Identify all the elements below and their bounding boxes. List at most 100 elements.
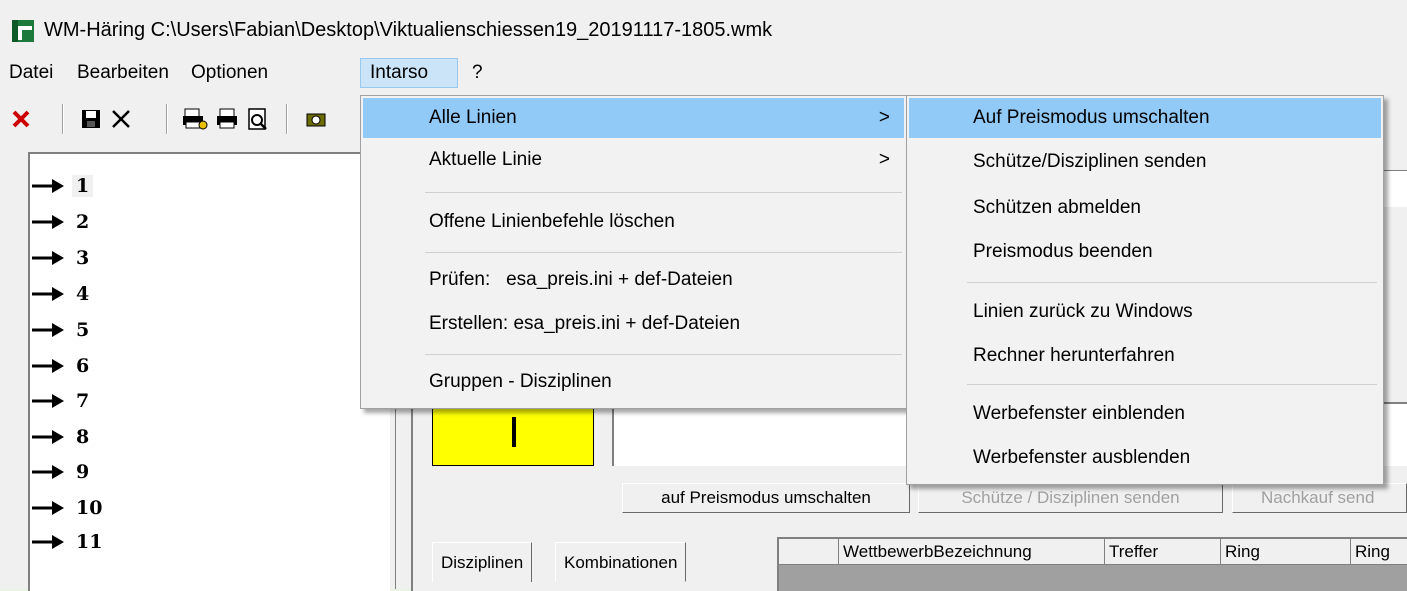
- grid-col-ring-2[interactable]: Ring: [1351, 539, 1407, 565]
- print-setup-icon[interactable]: [180, 102, 210, 136]
- menu-item-linienbefehle-loeschen[interactable]: Offene Linienbefehle löschen: [363, 202, 904, 242]
- menu-item-preismodus-umschalten[interactable]: Auf Preismodus umschalten: [909, 98, 1381, 138]
- list-item[interactable]: 2: [32, 204, 89, 240]
- list-item[interactable]: 11: [32, 524, 102, 560]
- menu-item-gruppen-disziplinen[interactable]: Gruppen - Disziplinen: [363, 362, 904, 402]
- line-number: 4: [76, 283, 90, 305]
- arrow-right-icon: [32, 251, 64, 265]
- status-marker: [512, 417, 516, 447]
- list-item[interactable]: 7: [32, 383, 89, 419]
- menu-item-label: Linien zurück zu Windows: [973, 301, 1193, 322]
- preismodus-button[interactable]: auf Preismodus umschalten: [622, 483, 910, 513]
- arrow-right-icon: [32, 215, 64, 229]
- menu-separator: [425, 192, 902, 193]
- menu-item-aktuelle-linie[interactable]: Aktuelle Linie >: [363, 140, 904, 180]
- app-icon: [12, 20, 34, 42]
- menu-item-label: Werbefenster ausblenden: [973, 447, 1191, 468]
- menu-separator: [425, 354, 902, 355]
- menu-bar: Datei Bearbeiten Optionen Intarso ?: [0, 58, 1407, 88]
- tab-disziplinen[interactable]: Disziplinen: [432, 542, 533, 582]
- delete-icon[interactable]: [6, 102, 36, 136]
- intarso-menu: Alle Linien > Aktuelle Linie > Offene Li…: [360, 95, 907, 409]
- results-grid: WettbewerbBezeichnung Treffer Ring Ring: [777, 537, 1407, 591]
- line-number: 3: [76, 247, 90, 269]
- line-number: 9: [76, 461, 90, 483]
- list-item[interactable]: 8: [32, 419, 89, 455]
- line-number: 8: [76, 426, 90, 448]
- menu-separator: [967, 282, 1377, 283]
- menu-item-rechner-herunterfahren[interactable]: Rechner herunterfahren: [909, 336, 1381, 376]
- menu-item-pruefen[interactable]: Prüfen: esa_preis.ini + def-Dateien: [363, 260, 904, 300]
- tab-kombinationen[interactable]: Kombinationen: [555, 542, 687, 582]
- menu-item-label: Schützen abmelden: [973, 197, 1141, 218]
- menu-item-label: Aktuelle Linie: [429, 149, 543, 170]
- list-item[interactable]: 3: [32, 240, 89, 276]
- grid-col-ring[interactable]: Ring: [1221, 539, 1351, 565]
- list-item[interactable]: 4: [32, 276, 89, 312]
- arrow-right-icon: [32, 179, 64, 193]
- save-icon[interactable]: [76, 102, 106, 136]
- send-disciplines-button[interactable]: Schütze / Disziplinen senden: [918, 483, 1223, 513]
- menu-item-erstellen[interactable]: Erstellen: esa_preis.ini + def-Dateien: [363, 304, 904, 344]
- menu-item-label: Schütze/Disziplinen senden: [973, 151, 1207, 172]
- arrow-right-icon: [32, 465, 64, 479]
- menu-optionen[interactable]: Optionen: [182, 58, 277, 88]
- print-preview-icon[interactable]: [243, 102, 273, 136]
- menu-item-label: Auf Preismodus umschalten: [973, 107, 1210, 128]
- toolbar-separator: [62, 104, 64, 134]
- print-icon[interactable]: [212, 102, 242, 136]
- menu-item-werbefenster-ausblenden[interactable]: Werbefenster ausblenden: [909, 438, 1381, 478]
- menu-item-label: Gruppen - Disziplinen: [429, 371, 612, 392]
- line-number: 5: [76, 319, 90, 341]
- list-item[interactable]: 6: [32, 348, 89, 384]
- arrow-right-icon: [32, 359, 64, 373]
- menu-item-alle-linien[interactable]: Alle Linien >: [363, 98, 904, 138]
- menu-item-label: Erstellen: esa_preis.ini + def-Dateien: [429, 313, 741, 334]
- toolbar-separator: [286, 104, 288, 134]
- arrow-right-icon: [32, 323, 64, 337]
- menu-intarso[interactable]: Intarso: [360, 58, 458, 88]
- menu-datei[interactable]: Datei: [0, 58, 62, 88]
- arrow-right-icon: [32, 394, 64, 408]
- grid-col-treffer[interactable]: Treffer: [1105, 539, 1221, 565]
- menu-item-werbefenster-einblenden[interactable]: Werbefenster einblenden: [909, 394, 1381, 434]
- menu-item-preismodus-beenden[interactable]: Preismodus beenden: [909, 232, 1381, 272]
- menu-help[interactable]: ?: [463, 58, 492, 88]
- toolbar-separator: [166, 104, 168, 134]
- menu-separator: [425, 252, 902, 253]
- line-number: 7: [76, 390, 90, 412]
- line-number: 2: [76, 211, 90, 233]
- list-item[interactable]: 9: [32, 454, 89, 490]
- line-number: 6: [76, 355, 90, 377]
- grid-header: WettbewerbBezeichnung Treffer Ring Ring: [779, 539, 1407, 565]
- camera-icon[interactable]: [296, 102, 336, 136]
- menu-item-label: Prüfen: esa_preis.ini + def-Dateien: [429, 269, 733, 290]
- arrow-right-icon: [32, 501, 64, 515]
- arrow-right-icon: [32, 430, 64, 444]
- line-number: 1: [72, 175, 94, 197]
- menu-item-schuetze-senden[interactable]: Schütze/Disziplinen senden: [909, 142, 1381, 182]
- menu-item-label: Preismodus beenden: [973, 241, 1153, 262]
- combo-box-stub[interactable]: [1381, 170, 1407, 207]
- grid-col-bezeichnung[interactable]: WettbewerbBezeichnung: [839, 539, 1105, 565]
- chevron-right-icon: >: [878, 107, 890, 128]
- line-status-indicator: [432, 402, 594, 466]
- menu-bearbeiten[interactable]: Bearbeiten: [68, 58, 178, 88]
- menu-item-schuetzen-abmelden[interactable]: Schützen abmelden: [909, 188, 1381, 228]
- grid-col-indicator[interactable]: [779, 539, 839, 565]
- line-number: 11: [76, 531, 103, 553]
- list-item[interactable]: 1: [32, 168, 94, 204]
- menu-item-label: Werbefenster einblenden: [973, 403, 1185, 424]
- menu-item-label: Rechner herunterfahren: [973, 345, 1175, 366]
- title-bar: WM-Häring C:\Users\Fabian\Desktop\Viktua…: [0, 0, 1407, 58]
- list-item[interactable]: 10: [32, 490, 102, 526]
- close-icon[interactable]: [106, 102, 136, 136]
- arrow-right-icon: [32, 535, 64, 549]
- list-item[interactable]: 5: [32, 312, 89, 348]
- menu-item-label: Alle Linien: [429, 107, 517, 128]
- alle-linien-submenu: Auf Preismodus umschalten Schütze/Diszip…: [906, 95, 1384, 485]
- menu-item-linien-zurueck[interactable]: Linien zurück zu Windows: [909, 292, 1381, 332]
- nachkauf-button[interactable]: Nachkauf send: [1232, 483, 1407, 513]
- arrow-right-icon: [32, 287, 64, 301]
- menu-item-label: Offene Linienbefehle löschen: [429, 211, 675, 232]
